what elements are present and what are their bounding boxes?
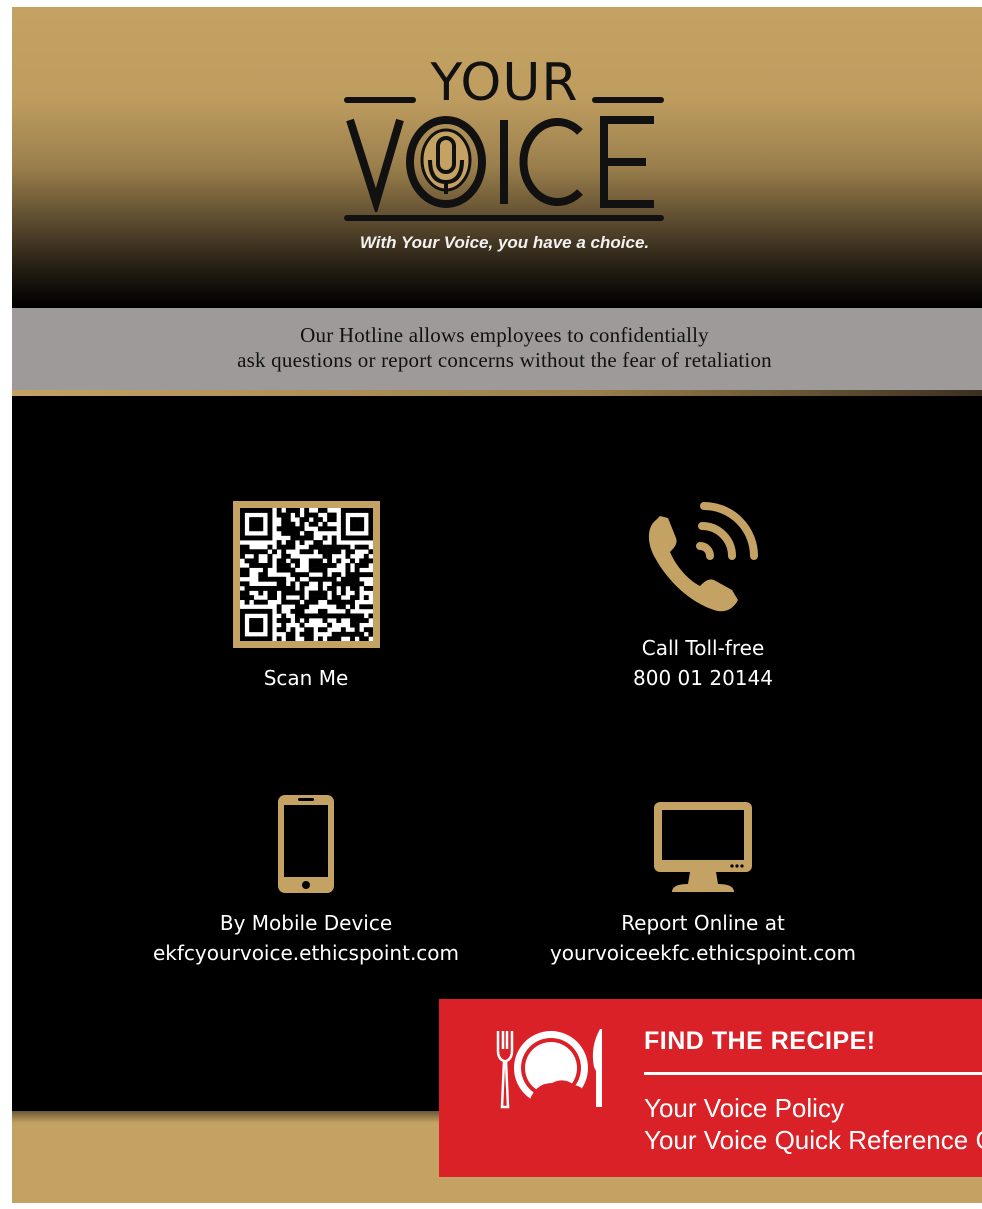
monitor-icon	[654, 802, 752, 892]
mobile-url-link[interactable]: ekfcyourvoice.ethicspoint.com	[122, 938, 490, 968]
recipe-divider	[644, 1072, 982, 1075]
logo-word-your: YOUR	[430, 53, 579, 113]
your-voice-logo: YOUR	[342, 57, 667, 222]
smartphone-icon	[278, 795, 334, 893]
qr-code-pattern	[240, 508, 374, 642]
scan-me-label: Scan Me	[263, 666, 349, 690]
banner-line-1: Our Hotline allows employees to confiden…	[300, 323, 709, 347]
quick-reference-link[interactable]: Your Voice Quick Reference Gu	[644, 1125, 982, 1156]
recipe-title: FIND THE RECIPE!	[644, 1027, 876, 1055]
header-banner: YOUR With Your Voice, you have a choice.	[12, 7, 982, 307]
online-label: Report Online at	[621, 911, 785, 935]
qr-code[interactable]	[233, 501, 380, 648]
logo-bar-bottom	[344, 215, 664, 221]
qr-code-icon	[240, 508, 374, 642]
online-url-link[interactable]: yourvoiceekfc.ethicspoint.com	[518, 938, 888, 968]
plate-cutlery-icon	[496, 1029, 602, 1109]
logo-word-voice	[346, 116, 654, 212]
find-recipe-callout[interactable]: FIND THE RECIPE! Your Voice Policy Your …	[439, 999, 982, 1177]
phone-icon	[648, 502, 758, 612]
hotline-banner: Our Hotline allows employees to confiden…	[12, 308, 982, 390]
tagline: With Your Voice, you have a choice.	[359, 233, 650, 252]
mobile-label: By Mobile Device	[219, 911, 393, 935]
policy-link[interactable]: Your Voice Policy	[644, 1093, 844, 1124]
call-label: Call Toll-free	[641, 636, 765, 660]
poster: YOUR With Your Voice, you have a choice.	[12, 7, 982, 1203]
banner-line-2: ask questions or report concerns without…	[237, 348, 772, 372]
phone-number[interactable]: 800 01 20144	[578, 663, 828, 693]
